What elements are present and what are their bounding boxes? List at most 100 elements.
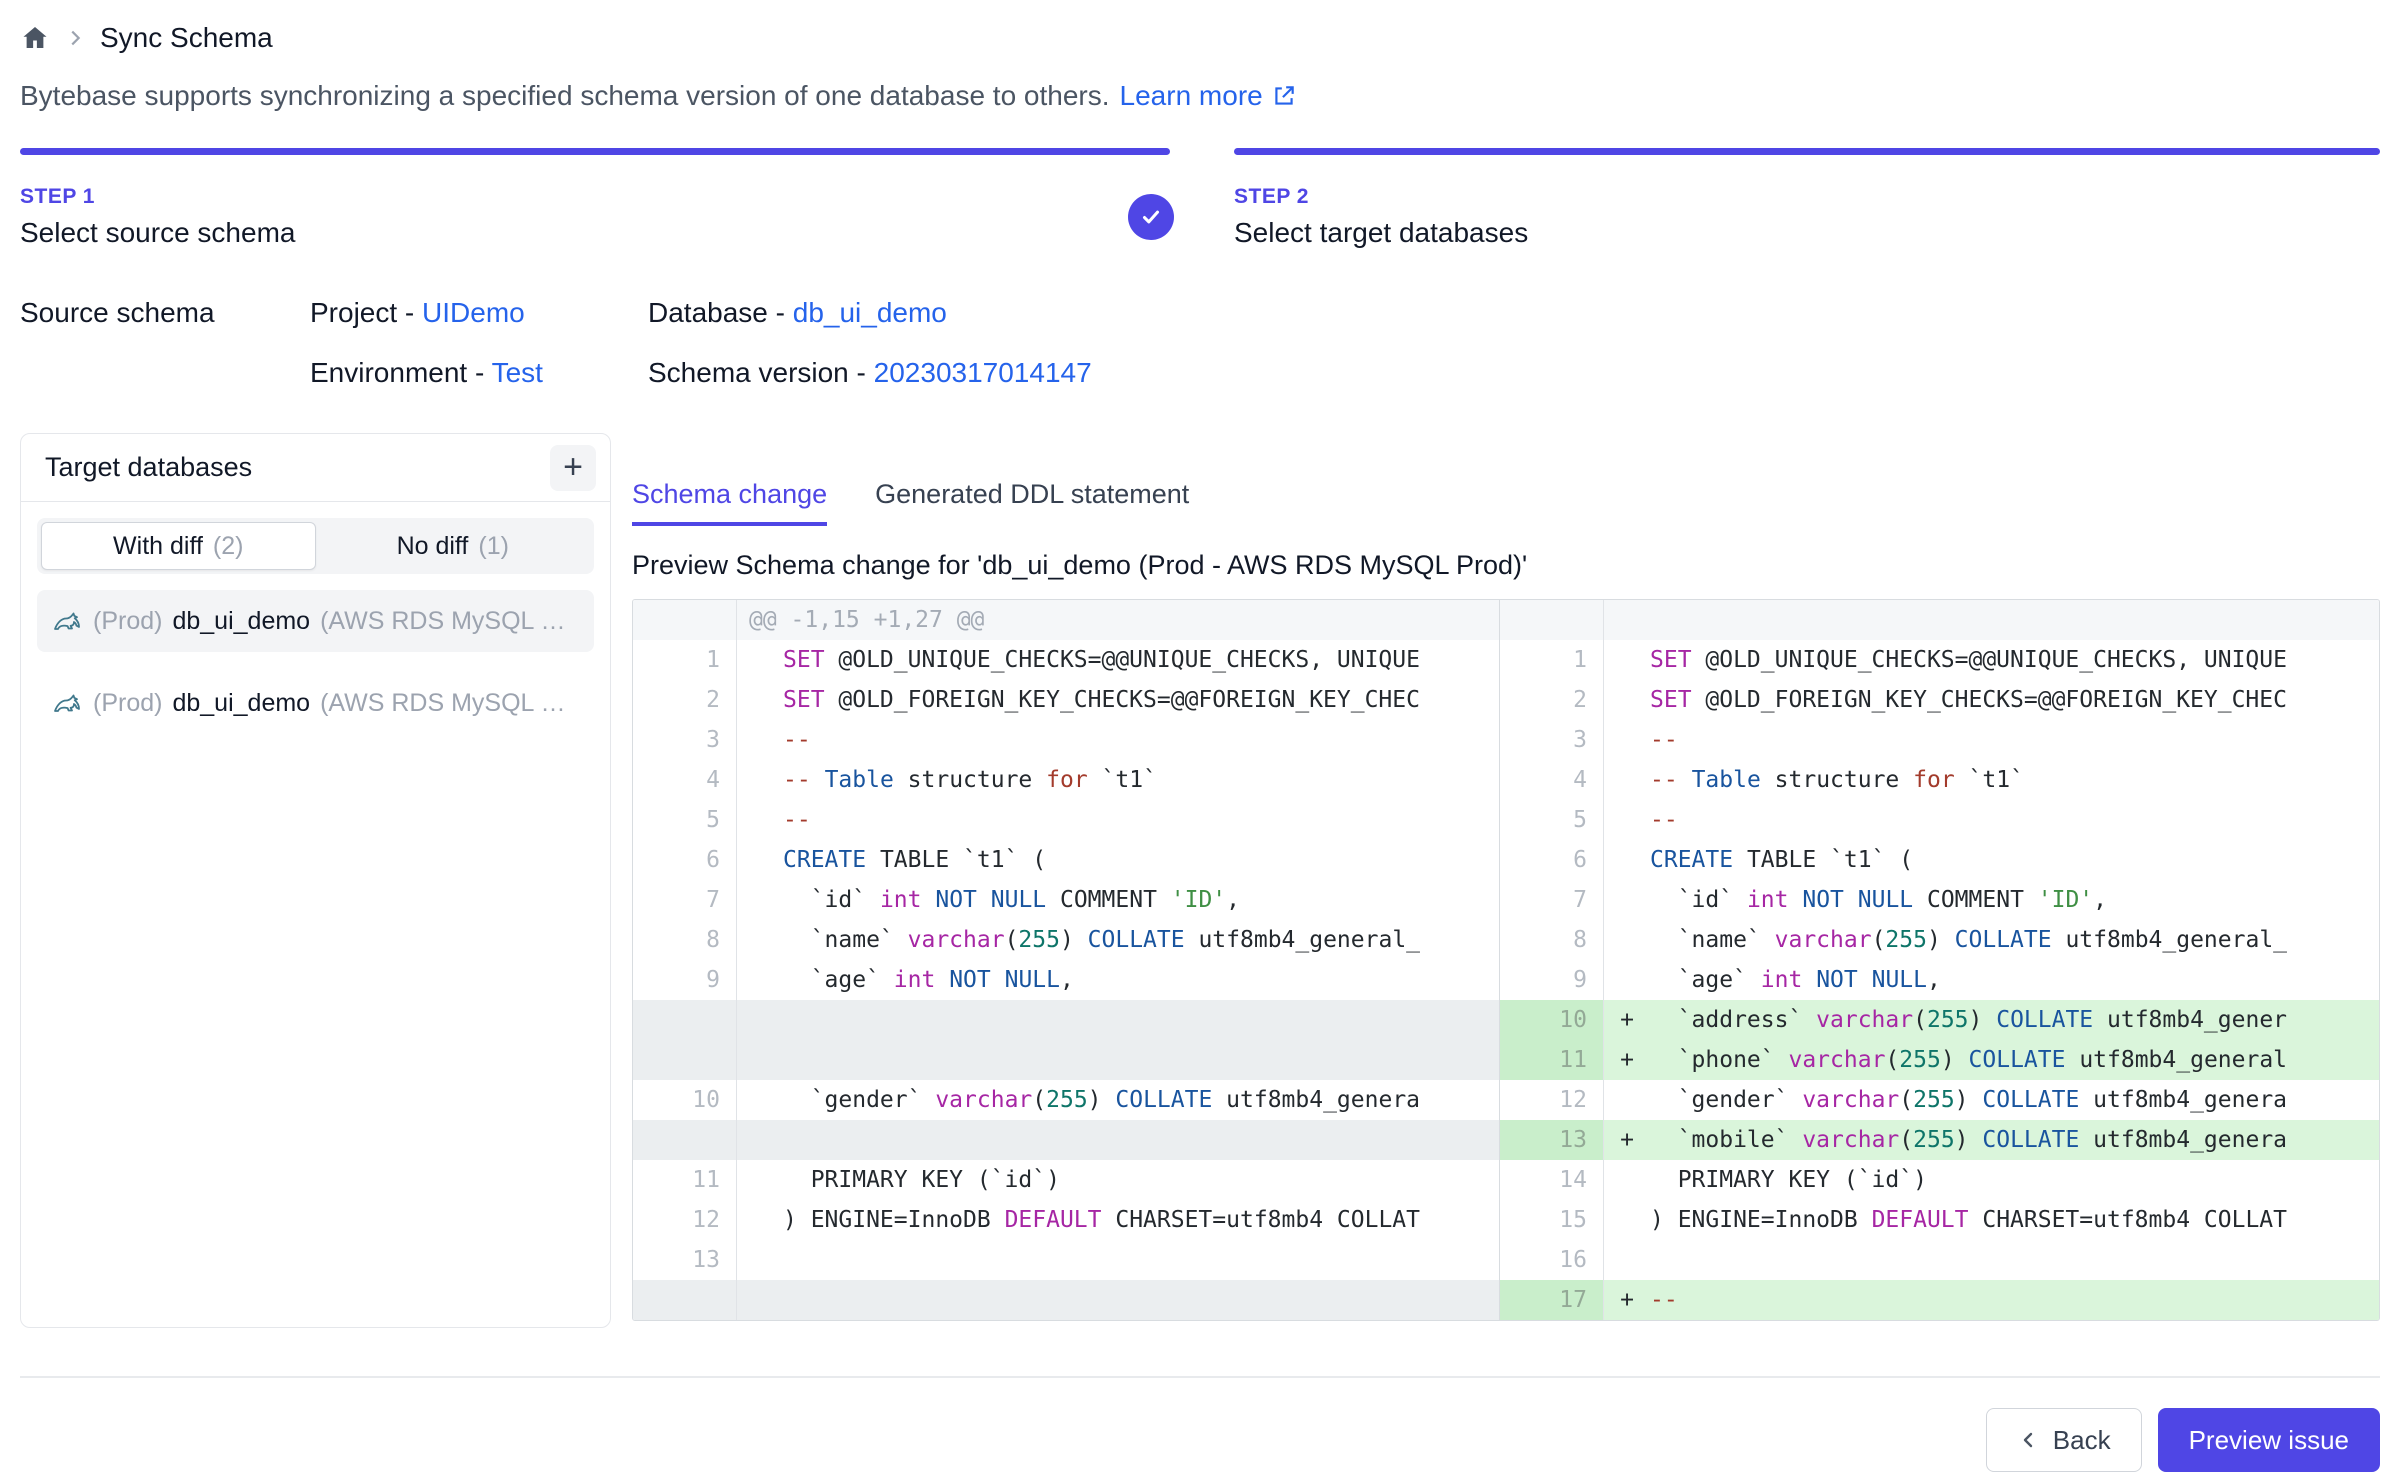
diff-marker [737,800,783,840]
diff-marker [737,1080,783,1120]
list-item-database-1[interactable]: (Prod) db_ui_demo (AWS RDS MySQL Prod) [37,590,594,652]
database-link[interactable]: db_ui_demo [793,297,947,328]
code-line: @@ -1,15 +1,27 @@ [737,600,1499,640]
line-number: 6 [1500,840,1604,880]
diff-marker [737,680,783,720]
code-line: `name` varchar(255) COLLATE utf8mb4_gene… [1650,920,2379,960]
diff-marker [1604,920,1650,960]
line-number: 7 [1500,880,1604,920]
diff-marker [1604,680,1650,720]
line-number [633,600,737,640]
add-target-database-button[interactable]: + [550,445,596,491]
diff-marker [1604,640,1650,680]
breadcrumb-chevron-icon [64,27,86,49]
code-line [783,1000,1499,1040]
line-number: 2 [633,680,737,720]
line-number: 8 [1500,920,1604,960]
step-indicator: STEP 1 Select source schema STEP 2 Selec… [20,148,2380,249]
line-number: 12 [1500,1080,1604,1120]
tab-schema-change[interactable]: Schema change [632,479,827,526]
diff-marker [737,720,783,760]
tab-with-diff[interactable]: With diff (2) [41,522,316,570]
project-link[interactable]: UIDemo [422,297,525,328]
diff-row: 3-- [1500,720,2379,760]
diff-pane-source: @@ -1,15 +1,27 @@1SET @OLD_UNIQUE_CHECKS… [633,600,1499,1320]
code-line: SET @OLD_FOREIGN_KEY_CHECKS=@@FOREIGN_KE… [783,680,1499,720]
diff-marker [737,640,783,680]
line-number: 15 [1500,1200,1604,1240]
footer-actions: Back Preview issue [20,1408,2380,1472]
spacer-cell [20,357,310,389]
tab-generated-ddl[interactable]: Generated DDL statement [875,479,1189,526]
tab-no-diff[interactable]: No diff (1) [316,522,591,570]
learn-more-link[interactable]: Learn more [1120,80,1297,112]
line-number [633,1000,737,1040]
step-2: STEP 2 Select target databases [1234,148,2380,249]
code-line: `phone` varchar(255) COLLATE utf8mb4_gen… [1650,1040,2379,1080]
line-number: 11 [1500,1040,1604,1080]
line-number: 13 [1500,1120,1604,1160]
diff-marker [737,840,783,880]
description-text: Bytebase supports synchronizing a specif… [20,80,1110,112]
code-line: ) ENGINE=InnoDB DEFAULT CHARSET=utf8mb4 … [783,1200,1499,1240]
diff-row: 17+-- [1500,1280,2379,1320]
preview-issue-button[interactable]: Preview issue [2158,1408,2380,1472]
line-number: 1 [1500,640,1604,680]
diff-row: 7 `id` int NOT NULL COMMENT 'ID', [1500,880,2379,920]
line-number: 4 [633,760,737,800]
step2-label: STEP 2 [1234,185,2380,209]
code-line [783,1240,1499,1280]
diff-row: 5-- [1500,800,2379,840]
diff-row: @@ -1,15 +1,27 @@ [633,600,1499,640]
diff-pane-target: 1 SET @OLD_UNIQUE_CHECKS=@@UNIQUE_CHECKS,… [1499,600,2379,1320]
diff-row: 2SET @OLD_FOREIGN_KEY_CHECKS=@@FOREIGN_K… [1500,680,2379,720]
diff-view-tabs: Schema change Generated DDL statement [632,479,2380,526]
code-line: `gender` varchar(255) COLLATE utf8mb4_ge… [1650,1080,2379,1120]
diff-marker [1604,880,1650,920]
code-line: SET @OLD_UNIQUE_CHECKS=@@UNIQUE_CHECKS, … [783,640,1499,680]
chevron-left-icon [2017,1428,2041,1452]
code-line: SET @OLD_FOREIGN_KEY_CHECKS=@@FOREIGN_KE… [1650,680,2379,720]
schema-diff-table: @@ -1,15 +1,27 @@1SET @OLD_UNIQUE_CHECKS… [632,599,2380,1321]
line-number: 6 [633,840,737,880]
line-number: 4 [1500,760,1604,800]
diff-row: 5-- [633,800,1499,840]
step-1: STEP 1 Select source schema [20,148,1170,249]
diff-marker [1604,960,1650,1000]
environment-link[interactable]: Test [492,357,543,388]
diff-marker [737,960,783,1000]
line-number [633,1120,737,1160]
diff-row [633,1280,1499,1320]
code-line: -- [783,800,1499,840]
step1-label: STEP 1 [20,185,1170,209]
page-title: Sync Schema [100,22,273,54]
mysql-icon [51,605,83,637]
sync-schema-page: Sync Schema Bytebase supports synchroniz… [0,0,2396,1480]
code-line: -- [783,720,1499,760]
back-button[interactable]: Back [1986,1408,2142,1472]
home-icon[interactable] [20,23,50,53]
target-databases-panel: Target databases + With diff (2) No diff… [20,433,611,1328]
source-schema-summary: Source schema Project - UIDemo Database … [20,297,2380,389]
diff-row [633,1120,1499,1160]
list-item-database-2[interactable]: (Prod) db_ui_demo (AWS RDS MySQL Prod) [37,672,594,734]
diff-row [633,1040,1499,1080]
diff-marker [1604,1200,1650,1240]
code-line: `age` int NOT NULL, [783,960,1499,1000]
diff-row [633,1000,1499,1040]
line-number [1500,600,1604,640]
source-schema-label: Source schema [20,297,310,329]
diff-row: 6CREATE TABLE `t1` ( [633,840,1499,880]
no-diff-count: (1) [478,532,509,561]
diff-marker [737,1200,783,1240]
diff-row: 2 SET @OLD_FOREIGN_KEY_CHECKS=@@FOREIGN_K… [633,680,1499,720]
diff-row: 11+ `phone` varchar(255) COLLATE utf8mb4… [1500,1040,2379,1080]
diff-row: 12) ENGINE=InnoDB DEFAULT CHARSET=utf8mb… [633,1200,1499,1240]
line-number: 11 [633,1160,737,1200]
code-line: -- [1650,720,2379,760]
project-field: Project - UIDemo [310,297,648,329]
database-field: Database - db_ui_demo [648,297,2380,329]
schema-version-link[interactable]: 20230317014147 [874,357,1092,388]
code-line: SET @OLD_UNIQUE_CHECKS=@@UNIQUE_CHECKS, … [1650,640,2379,680]
step1-completed-badge [1128,194,1174,240]
